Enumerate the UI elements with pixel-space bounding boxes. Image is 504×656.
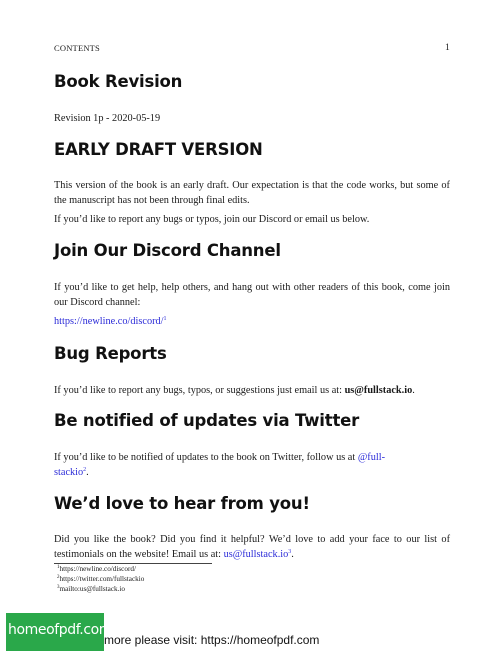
- heading-bug-reports: Bug Reports: [54, 344, 167, 363]
- running-head-title: CONTENTS: [54, 43, 100, 53]
- bug-reports-text: If you’d like to report any bugs, typos,…: [54, 385, 345, 396]
- footnote-2: 2https://twitter.com/fullstackio: [57, 575, 145, 583]
- heading-discord: Join Our Discord Channel: [54, 241, 281, 260]
- heading-testimonials: We’d love to hear from you!: [54, 494, 310, 513]
- twitter-text: If you’d like to be notified of updates …: [54, 452, 358, 463]
- footnote-1: 1https://newline.co/discord/: [57, 565, 136, 573]
- heading-twitter: Be notified of updates via Twitter: [54, 411, 360, 430]
- bug-reports-email: us@fullstack.io: [344, 385, 413, 396]
- watermark-footer-text: more please visit: https://homeofpdf.com: [104, 633, 320, 647]
- footnote-ref-1[interactable]: 1: [164, 316, 167, 322]
- early-draft-paragraph-1: This version of the book is an early dra…: [54, 180, 450, 206]
- running-head: CONTENTS 1: [54, 43, 450, 53]
- discord-paragraph: If you’d like to get help, help others, …: [54, 282, 450, 308]
- bug-reports-paragraph: If you’d like to report any bugs, typos,…: [54, 385, 415, 396]
- testimonials-email-link[interactable]: us@fullstack.io: [224, 549, 289, 560]
- twitter-handle-link-cont[interactable]: stackio: [54, 467, 83, 478]
- footnote-3: 3mailto:us@fullstack.io: [57, 585, 126, 593]
- discord-link-line: https://newline.co/discord/1: [54, 314, 450, 329]
- heading-early-draft: EARLY DRAFT VERSION: [54, 140, 263, 159]
- revision-text: Revision 1p - 2020-05-19: [54, 113, 161, 124]
- twitter-handle-link[interactable]: @full-: [358, 452, 385, 463]
- heading-book-revision: Book Revision: [54, 72, 183, 91]
- watermark-banner-text: homeofpdf.com: [8, 622, 113, 638]
- early-draft-paragraph-2: If you’d like to report any bugs or typo…: [54, 214, 370, 225]
- footnote-divider: [54, 563, 212, 564]
- discord-link[interactable]: https://newline.co/discord/: [54, 316, 164, 327]
- testimonials-paragraph: Did you like the book? Did you find it h…: [54, 534, 450, 560]
- page-number: 1: [445, 43, 450, 53]
- twitter-paragraph: If you’d like to be notified of updates …: [54, 452, 386, 478]
